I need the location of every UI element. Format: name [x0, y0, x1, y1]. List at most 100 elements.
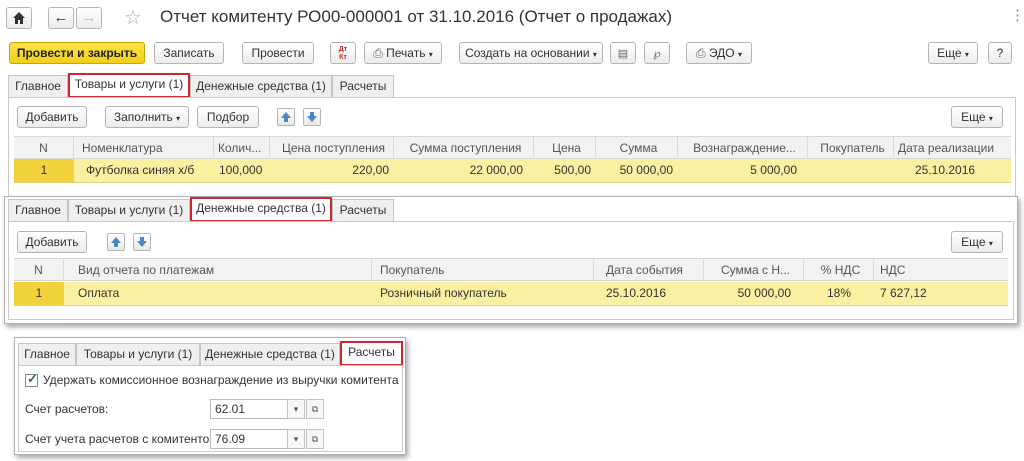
column-header[interactable]: Колич...	[214, 137, 270, 159]
account-open-button[interactable]: ⧉	[306, 399, 324, 419]
favorite-star-icon[interactable]: ☆	[124, 5, 142, 30]
column-header[interactable]: НДС	[874, 259, 1008, 281]
row-cell	[808, 159, 894, 182]
fill-button[interactable]: Заполнить ▾	[105, 106, 189, 128]
dropdown-icon: ▾	[988, 239, 993, 248]
move-down-button[interactable]	[303, 108, 321, 126]
column-header[interactable]: Номенклатура	[74, 137, 214, 159]
row-cell: Оплата	[78, 286, 120, 300]
column-header[interactable]: Цена	[534, 137, 596, 159]
account-label: Счет расчетов:	[25, 402, 109, 416]
column-header[interactable]: N	[14, 137, 74, 159]
account-field[interactable]: 62.01	[210, 399, 288, 419]
printer-icon: ⎙	[373, 46, 383, 60]
home-icon	[13, 12, 25, 24]
goods-more-button[interactable]: Еще ▾	[951, 106, 1003, 128]
open-icon: ⧉	[311, 404, 319, 414]
column-header[interactable]: Вознаграждение...	[678, 137, 808, 159]
money-panel: Добавить Еще ▾ N Вид отчета по платежам …	[8, 221, 1014, 320]
back-button[interactable]: ←	[48, 7, 74, 29]
column-header[interactable]: Дата события	[594, 259, 704, 281]
move-up-button[interactable]	[277, 108, 295, 126]
row-cell: 5 000,00	[750, 163, 797, 177]
more-icon[interactable]: ⋮	[1010, 6, 1024, 24]
move-up-button[interactable]	[107, 233, 125, 251]
column-header[interactable]: Вид отчета по платежам	[64, 259, 372, 281]
dropdown-icon: ▾	[737, 50, 742, 59]
add-button[interactable]: Добавить	[17, 106, 87, 128]
row-cell: 500,00	[554, 163, 591, 177]
dt-kt-icon: Дт Кт	[338, 46, 348, 61]
post-button[interactable]: Провести	[242, 42, 314, 64]
column-header[interactable]: Цена поступления	[270, 137, 394, 159]
arrow-up-icon	[281, 112, 291, 122]
tab-money[interactable]: Денежные средства (1)	[190, 197, 332, 222]
fill-label: Заполнить	[113, 110, 173, 124]
tab-goods-services[interactable]: Товары и услуги (1)	[76, 343, 200, 365]
tab-money[interactable]: Денежные средства (1)	[190, 75, 332, 97]
edo-button[interactable]: ⎙ ЭДО ▾	[686, 42, 752, 64]
row-number: 1	[14, 282, 64, 305]
document-structure-button[interactable]: ▤	[610, 42, 636, 64]
tab-goods-services[interactable]: Товары и услуги (1)	[68, 199, 190, 221]
move-down-button[interactable]	[133, 233, 151, 251]
tab-main[interactable]: Главное	[8, 199, 68, 221]
tab-settlements[interactable]: Расчеты	[332, 75, 394, 97]
column-header[interactable]: Сумма	[596, 137, 678, 159]
dropdown-icon: ▾	[592, 50, 597, 59]
paperclip-icon: ℘	[653, 48, 661, 60]
checkmark-icon: ✓	[27, 371, 38, 386]
row-cell: 18%	[826, 286, 852, 300]
committent-open-button[interactable]: ⧉	[306, 429, 324, 449]
column-header[interactable]: N	[14, 259, 64, 281]
home-button[interactable]	[6, 7, 32, 29]
post-and-close-button[interactable]: Провести и закрыть	[9, 42, 145, 64]
select-button[interactable]: Подбор	[197, 106, 259, 128]
add-button[interactable]: Добавить	[17, 231, 87, 253]
row-cell: 50 000,00	[619, 163, 673, 177]
arrow-up-icon	[111, 237, 121, 247]
row-cell: 25.10.2016	[606, 286, 667, 300]
print-button[interactable]: ⎙ Печать ▾	[364, 42, 442, 64]
account-dropdown-button[interactable]: ▾	[287, 399, 305, 419]
committent-dropdown-button[interactable]: ▾	[287, 429, 305, 449]
row-cell: 22 000,00	[469, 163, 523, 177]
tab-settlements[interactable]: Расчеты	[340, 341, 403, 366]
arrow-left-icon: ←	[53, 9, 69, 26]
column-header[interactable]: Сумма с Н...	[704, 259, 804, 281]
column-header[interactable]: % НДС	[804, 259, 874, 281]
create-based-label: Создать на основании	[465, 46, 590, 60]
withhold-checkbox-label[interactable]: Удержать комиссионное вознаграждение из …	[43, 373, 399, 387]
print-label: Печать	[386, 46, 426, 60]
column-header[interactable]: Сумма поступления	[394, 137, 534, 159]
page-title: Отчет комитенту РО00-000001 от 31.10.201…	[160, 7, 672, 26]
row-cell: 220,00	[352, 163, 389, 177]
dropdown-icon: ▾	[176, 114, 181, 123]
save-button[interactable]: Записать	[154, 42, 224, 64]
attach-files-button[interactable]: ℘	[644, 42, 670, 64]
table-row[interactable]: 1 Оплата Розничный покупатель 25.10.2016…	[14, 282, 1008, 306]
dropdown-icon: ▾	[988, 114, 993, 123]
forward-button[interactable]: →	[76, 7, 102, 29]
row-cell: Розничный покупатель	[380, 286, 507, 300]
more-button[interactable]: Еще ▾	[928, 42, 978, 64]
dt-kt-button[interactable]: Дт Кт	[330, 42, 356, 64]
create-based-on-button[interactable]: Создать на основании ▾	[459, 42, 603, 64]
column-header[interactable]: Дата реализации	[894, 137, 1011, 159]
tab-main[interactable]: Главное	[8, 75, 68, 97]
more-label: Еще	[961, 110, 986, 124]
help-button[interactable]: ?	[988, 42, 1012, 64]
column-header[interactable]: Покупатель	[372, 259, 594, 281]
edo-label: ЭДО	[708, 46, 735, 60]
goods-table-header: N Номенклатура Колич... Цена поступления…	[14, 136, 1011, 159]
tab-goods-services[interactable]: Товары и услуги (1)	[68, 73, 190, 98]
withhold-checkbox[interactable]: ✓	[25, 371, 38, 387]
committent-account-field[interactable]: 76.09	[210, 429, 288, 449]
column-header[interactable]: Покупатель	[808, 137, 894, 159]
table-row[interactable]: 1 Футболка синяя х/б 100,000 220,00 22 0…	[14, 159, 1011, 183]
tab-money[interactable]: Денежные средства (1)	[200, 343, 340, 365]
row-cell: 25.10.2016	[915, 163, 976, 177]
money-more-button[interactable]: Еще ▾	[951, 231, 1003, 253]
tab-settlements[interactable]: Расчеты	[332, 199, 394, 221]
tab-main[interactable]: Главное	[18, 343, 76, 365]
